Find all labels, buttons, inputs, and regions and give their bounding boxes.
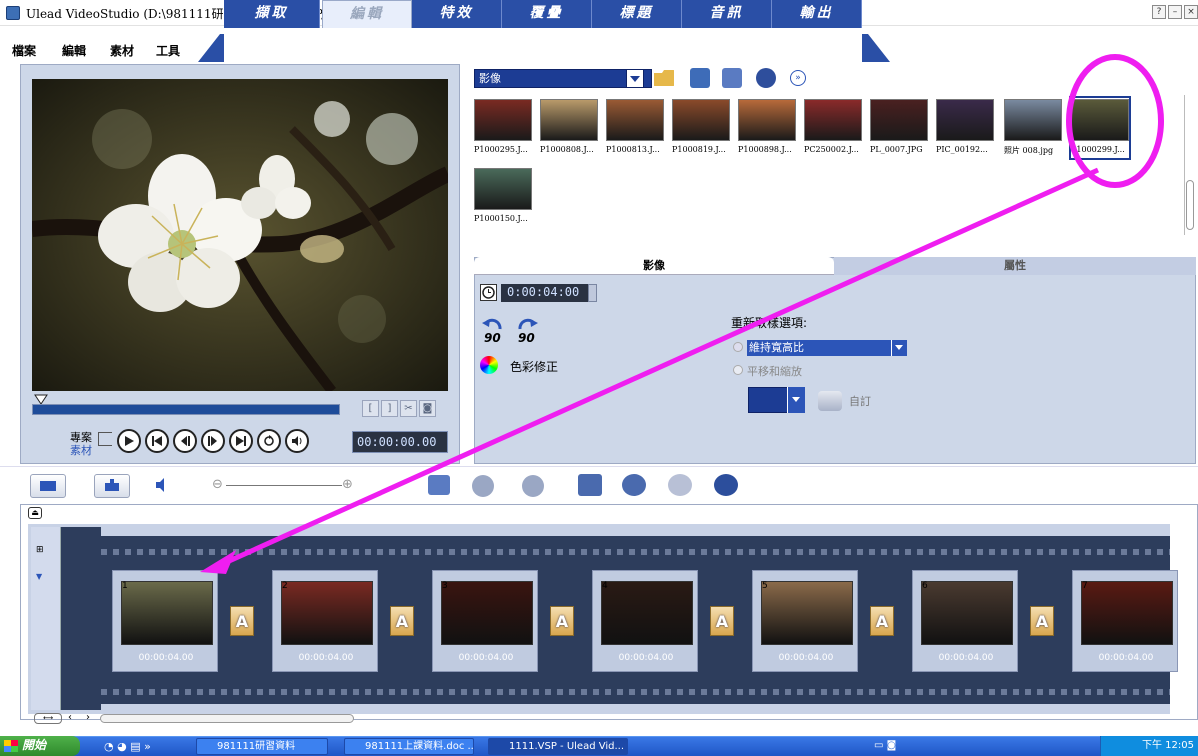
task-word-doc[interactable]: 981111上課資料.doc ...: [344, 738, 474, 755]
quicklaunch-icons[interactable]: ◔ ◕ ▤ »: [104, 740, 151, 753]
annotation-overlay: [200, 54, 1164, 574]
highlight-arrow: [216, 167, 1100, 569]
task-folder[interactable]: 981111研習資料: [196, 738, 328, 755]
highlight-circle: [1066, 54, 1164, 188]
windows-logo-icon: [4, 740, 18, 752]
tray-clock: 下午 12:05: [1142, 740, 1194, 751]
tray-quicklaunch-icons[interactable]: ▭ ◙: [874, 740, 896, 751]
system-tray: 下午 12:05: [1100, 736, 1198, 756]
arrow-head-icon: [200, 550, 236, 574]
task-videostudio[interactable]: 1111.VSP - Ulead Vid...: [488, 738, 628, 755]
